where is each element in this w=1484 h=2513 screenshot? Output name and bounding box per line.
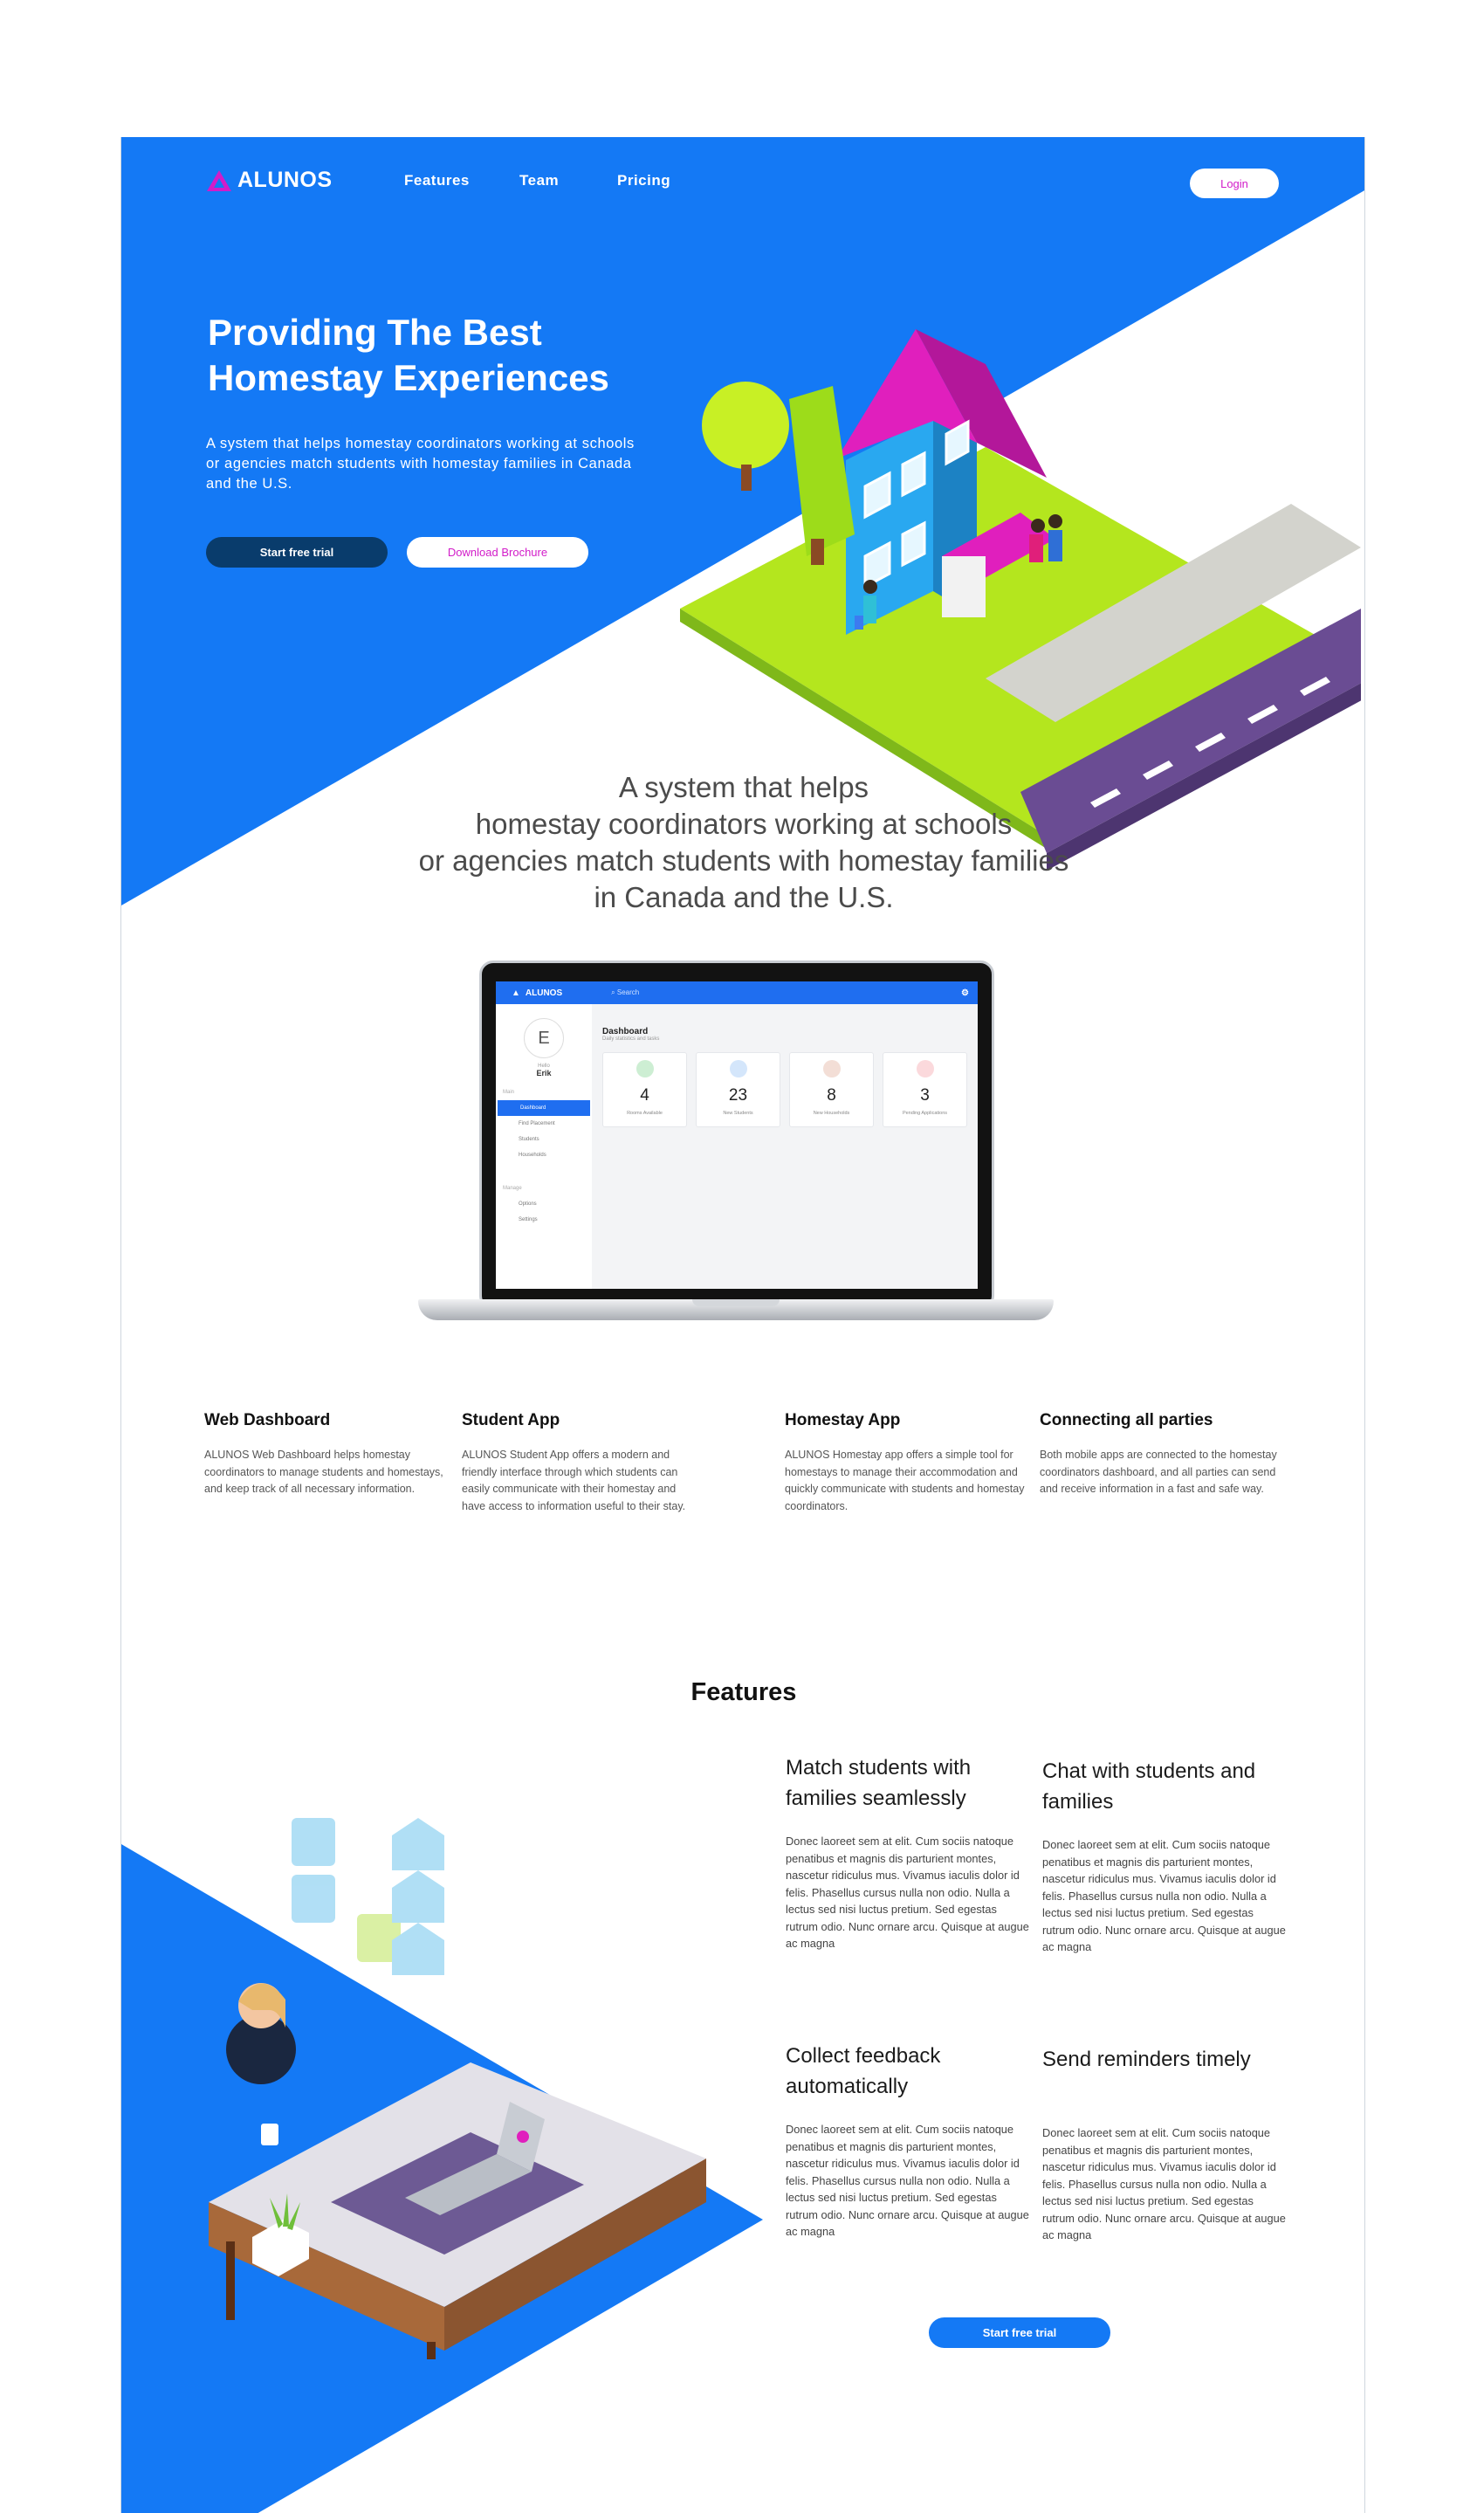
manage-section-label: Manage — [503, 1186, 522, 1191]
feature-title-match: Match students with families seamlessly — [786, 1756, 972, 1810]
download-brochure-button[interactable]: Download Brochure — [407, 537, 588, 568]
sidebar-item-options[interactable]: Options — [496, 1196, 592, 1212]
dashboard-main: Dashboard Daily statistics and tasks 4 R… — [602, 1027, 967, 1127]
product-title-student-app: Student App — [462, 1411, 560, 1429]
tagline-line2: homestay coordinators working at schools — [475, 808, 1013, 840]
dashboard-brand: ALUNOS — [525, 988, 563, 998]
hero-subtitle: A system that helps homestay coordinator… — [206, 436, 635, 492]
workspace-illustration — [209, 1818, 706, 2359]
stat-label: New Households — [813, 1111, 850, 1116]
stat-value: 8 — [827, 1086, 836, 1105]
stat-card-students[interactable]: 23 New Students — [696, 1052, 780, 1127]
product-text-student-app: ALUNOS Student App offers a modern and f… — [462, 1449, 686, 1512]
stat-label: Rooms Available — [627, 1111, 663, 1116]
tagline-line4: in Canada and the U.S. — [594, 881, 894, 913]
feature-title-reminders: Send reminders timely — [1042, 2048, 1251, 2071]
product-title-web-dashboard: Web Dashboard — [204, 1411, 331, 1429]
product-text-connecting: Both mobile apps are connected to the ho… — [1040, 1449, 1277, 1495]
sidebar-item-dashboard[interactable]: Dashboard — [498, 1100, 590, 1116]
feature-text-feedback: Donec laoreet sem at elit. Cum sociis na… — [786, 2123, 1029, 2238]
stat-value: 23 — [728, 1086, 748, 1105]
features-start-trial-button[interactable]: Start free trial — [929, 2317, 1110, 2348]
stat-card-rooms[interactable]: 4 Rooms Available — [602, 1052, 687, 1127]
sidebar-item-students[interactable]: Students — [496, 1132, 592, 1147]
plane-icon — [729, 1060, 747, 1077]
gear-icon[interactable]: ⚙ — [961, 988, 969, 998]
nav-features[interactable]: Features — [404, 172, 470, 189]
feature-title-feedback: Collect feedback automatically — [786, 2044, 941, 2098]
dashboard-title: Dashboard — [602, 1027, 649, 1036]
stat-value: 3 — [920, 1086, 930, 1105]
nav-team[interactable]: Team — [519, 172, 559, 189]
dashboard-logo-icon: ▲ — [512, 988, 520, 998]
features-heading: Features — [690, 1678, 797, 1706]
dashboard-search[interactable]: ⌕ Search — [611, 988, 639, 997]
home-icon — [822, 1060, 841, 1077]
tagline-line3: or agencies match students with homestay… — [418, 844, 1069, 877]
landing-page: ALUNOS Features Team Pricing Login Provi… — [120, 137, 1365, 2513]
dashboard-search-placeholder: Search — [616, 988, 640, 996]
tagline: A system that helps homestay coordinator… — [340, 769, 1148, 916]
feature-title-chat: Chat with students and families — [1042, 1759, 1256, 1814]
dashboard-topbar: ▲ ALUNOS ⌕ Search ⚙ — [496, 981, 978, 1004]
tagline-line1: A system that helps — [618, 771, 869, 803]
alunos-logo-icon — [207, 169, 231, 191]
hero-title-line1: Providing The Best — [208, 312, 542, 353]
user-name: Erik — [536, 1069, 552, 1077]
product-title-homestay-app: Homestay App — [785, 1411, 901, 1429]
inbox-icon — [916, 1060, 934, 1077]
bed-icon — [636, 1060, 654, 1077]
sidebar-item-find-placement[interactable]: Find Placement — [496, 1116, 592, 1132]
feature-text-match: Donec laoreet sem at elit. Cum sociis na… — [786, 1835, 1029, 1950]
sidebar-item-households[interactable]: Households — [496, 1147, 592, 1163]
menu-section-label: Main — [503, 1090, 515, 1095]
hero-title-line2: Homestay Experiences — [208, 357, 609, 398]
product-title-connecting: Connecting all parties — [1040, 1411, 1213, 1429]
brand-name: ALUNOS — [237, 168, 333, 192]
stat-value: 4 — [640, 1086, 649, 1105]
nav-pricing[interactable]: Pricing — [617, 172, 670, 189]
stat-label: New Students — [723, 1111, 753, 1116]
laptop-notch — [692, 1299, 780, 1306]
search-icon: ⌕ — [611, 988, 615, 996]
sidebar-item-settings[interactable]: Settings — [496, 1212, 592, 1228]
product-text-homestay-app: ALUNOS Homestay app offers a simple tool… — [785, 1449, 1025, 1512]
dashboard-sidebar: E Hello Erik Main Dashboard Find Placeme… — [496, 1004, 592, 1289]
feature-text-reminders: Donec laoreet sem at elit. Cum sociis na… — [1042, 2126, 1286, 2241]
dashboard-subtitle: Daily statistics and tasks — [602, 1036, 660, 1042]
stat-label: Pending Applications — [902, 1111, 948, 1116]
product-text-web-dashboard: ALUNOS Web Dashboard helps homestay coor… — [204, 1449, 443, 1495]
stat-card-households[interactable]: 8 New Households — [789, 1052, 874, 1127]
start-trial-button[interactable]: Start free trial — [206, 537, 388, 568]
hero-title: Providing The Best Homestay Experiences — [208, 310, 697, 401]
login-button[interactable]: Login — [1190, 169, 1279, 198]
brand-logo[interactable]: ALUNOS — [206, 168, 333, 193]
dashboard-screen: ▲ ALUNOS ⌕ Search ⚙ E Hello Erik Main Da… — [496, 981, 978, 1289]
stat-card-applications[interactable]: 3 Pending Applications — [883, 1052, 967, 1127]
avatar: E — [524, 1018, 564, 1058]
feature-text-chat: Donec laoreet sem at elit. Cum sociis na… — [1042, 1838, 1286, 1953]
stat-cards: 4 Rooms Available 23 New Students 8 New … — [602, 1052, 967, 1127]
